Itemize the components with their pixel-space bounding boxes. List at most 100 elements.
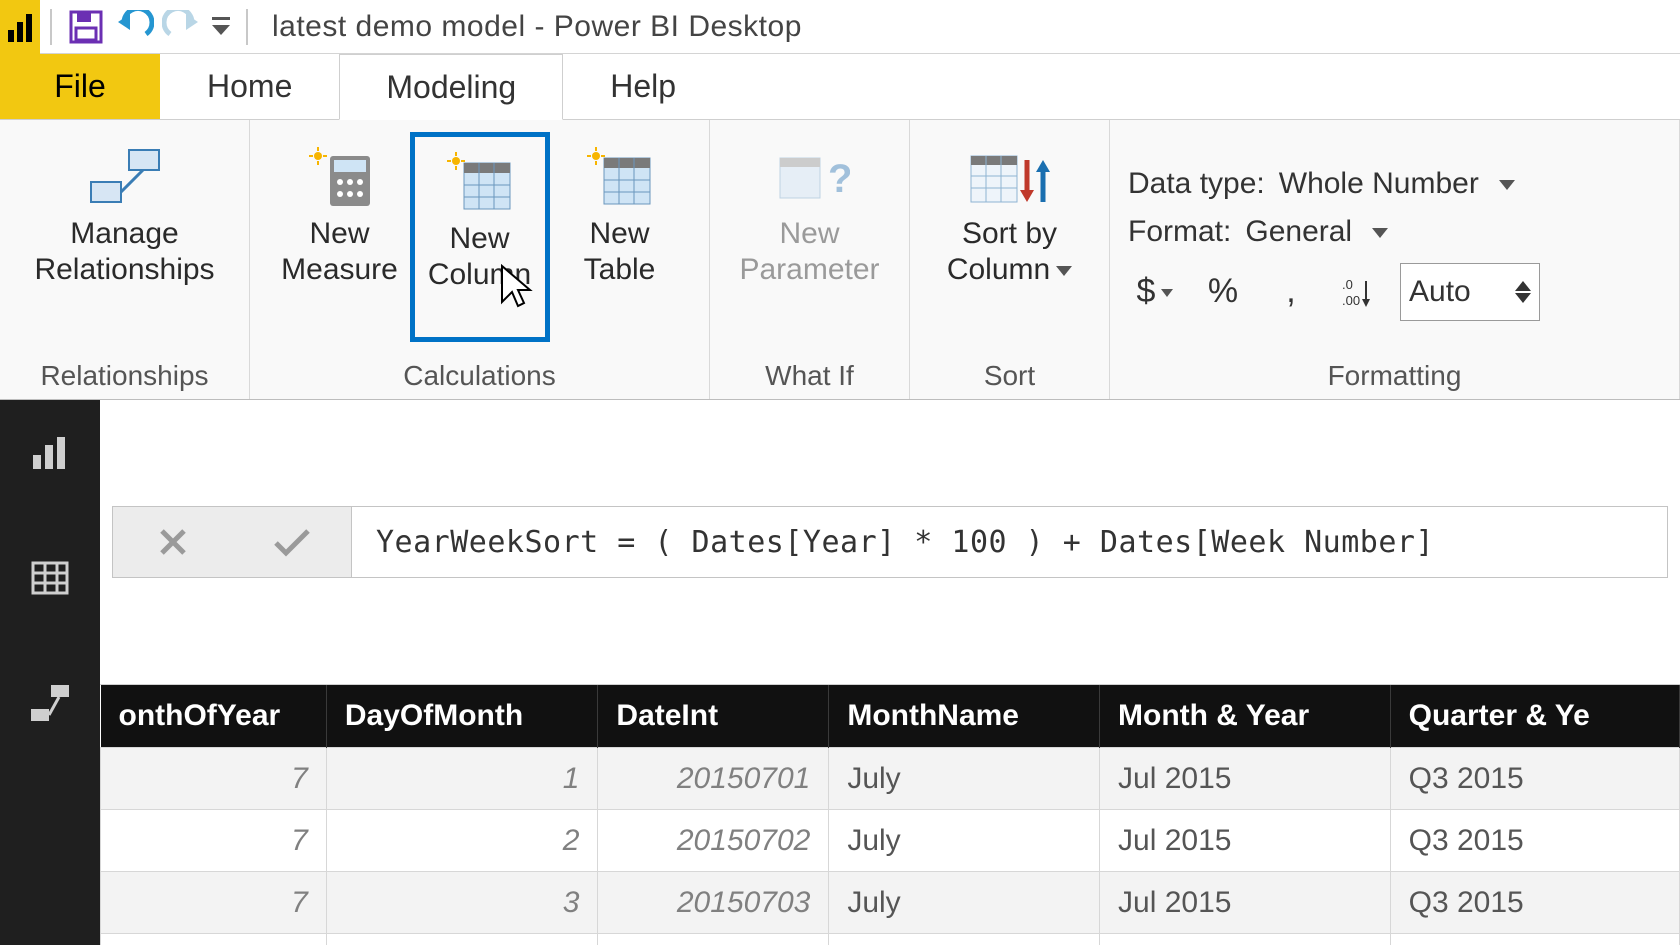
table-row[interactable]: 7120150701JulyJul 2015Q3 2015 [101, 748, 1680, 810]
cancel-formula-button[interactable] [141, 510, 205, 574]
cell[interactable]: 20150702 [598, 810, 829, 872]
cell[interactable]: Q3 2015 [1390, 872, 1679, 934]
column-header[interactable]: Quarter & Ye [1390, 685, 1679, 748]
calculator-icon [304, 146, 376, 210]
new-column-button[interactable]: New Column [410, 132, 550, 342]
cell[interactable]: Q3 2015 [1390, 810, 1679, 872]
new-parameter-label: New Parameter [739, 216, 879, 288]
tab-file[interactable]: File [0, 54, 160, 119]
svg-text:?: ? [828, 157, 850, 201]
cell[interactable]: 1 [326, 748, 598, 810]
chevron-down-icon [1372, 215, 1388, 249]
cell[interactable]: 7 [101, 748, 327, 810]
format-label: Format: [1128, 215, 1231, 249]
cell[interactable]: 3 [326, 872, 598, 934]
cell[interactable]: 20150701 [598, 748, 829, 810]
cell[interactable]: Q3 2015 [1390, 748, 1679, 810]
undo-button[interactable] [110, 3, 158, 51]
cell[interactable]: Jul 2015 [1100, 934, 1391, 945]
redo-button[interactable] [158, 3, 206, 51]
group-label-relationships: Relationships [0, 353, 249, 399]
data-grid[interactable]: onthOfYearDayOfMonthDateIntMonthNameMont… [100, 685, 1680, 945]
save-button[interactable] [62, 3, 110, 51]
tab-modeling[interactable]: Modeling [339, 54, 563, 120]
decimal-icon[interactable]: .0.00 [1332, 263, 1386, 321]
table-row[interactable]: 7320150703JulyJul 2015Q3 2015 [101, 872, 1680, 934]
window-title: latest demo model - Power BI Desktop [272, 10, 802, 44]
new-table-label: New Table [584, 216, 656, 288]
cell[interactable]: Q3 2015 [1390, 934, 1679, 945]
tab-help[interactable]: Help [563, 54, 723, 119]
format-dropdown[interactable]: Format: General [1128, 215, 1540, 249]
cell[interactable]: Jul 2015 [1100, 810, 1391, 872]
group-label-sort: Sort [910, 353, 1109, 399]
ribbon-tabs: File Home Modeling Help [0, 54, 1680, 120]
decimal-places-input[interactable]: Auto [1400, 263, 1540, 321]
svg-text:.0: .0 [1342, 277, 1353, 292]
new-parameter-button[interactable]: ? New Parameter [720, 132, 900, 342]
datatype-value: Whole Number [1279, 167, 1479, 201]
group-label-formatting: Formatting [1110, 353, 1679, 399]
chevron-down-icon [1499, 167, 1515, 201]
new-measure-label: New Measure [281, 216, 398, 288]
column-header[interactable]: DayOfMonth [326, 685, 598, 748]
column-header[interactable]: MonthName [829, 685, 1100, 748]
cell[interactable]: 7 [101, 810, 327, 872]
report-view-button[interactable] [22, 424, 78, 480]
group-formatting: Data type: Whole Number Format: General … [1110, 120, 1680, 399]
svg-text:.00: .00 [1342, 293, 1360, 308]
commit-formula-button[interactable] [260, 510, 324, 574]
column-header[interactable]: Month & Year [1100, 685, 1391, 748]
group-whatif: ? New Parameter What If [710, 120, 910, 399]
model-view-button[interactable] [22, 676, 78, 732]
manage-relationships-button[interactable]: Manage Relationships [10, 132, 240, 342]
new-table-icon [584, 146, 656, 210]
relationships-icon [85, 146, 165, 210]
currency-button[interactable]: $ [1128, 263, 1182, 321]
cell[interactable]: 20150703 [598, 872, 829, 934]
sort-by-column-button[interactable]: Sort by Column [920, 132, 1100, 342]
group-sort: Sort by Column Sort [910, 120, 1110, 399]
column-header[interactable]: DateInt [598, 685, 829, 748]
thousands-button[interactable]: , [1264, 263, 1318, 321]
cell[interactable]: July [829, 872, 1100, 934]
sort-by-column-label: Sort by Column [947, 216, 1072, 288]
cell[interactable]: Jul 2015 [1100, 872, 1391, 934]
new-column-label: New Column [428, 221, 531, 293]
data-view-button[interactable] [22, 550, 78, 606]
datatype-label: Data type: [1128, 167, 1265, 201]
title-bar: latest demo model - Power BI Desktop [0, 0, 1680, 54]
cell[interactable]: Jul 2015 [1100, 748, 1391, 810]
formula-controls [112, 506, 352, 578]
sort-icon [965, 146, 1055, 210]
tab-home[interactable]: Home [160, 54, 339, 119]
cell[interactable]: 7 [101, 934, 327, 945]
app-logo-icon [0, 0, 40, 54]
cell[interactable]: 20150704 [598, 934, 829, 945]
group-label-calculations: Calculations [250, 353, 709, 399]
spinner-icon[interactable] [1515, 281, 1531, 303]
cell[interactable]: July [829, 748, 1100, 810]
decimal-places-value: Auto [1409, 275, 1471, 309]
percent-button[interactable]: % [1196, 263, 1250, 321]
cell[interactable]: July [829, 934, 1100, 945]
cell[interactable]: 4 [326, 934, 598, 945]
separator [246, 9, 248, 45]
table-row[interactable]: 7220150702JulyJul 2015Q3 2015 [101, 810, 1680, 872]
cell[interactable]: 7 [101, 872, 327, 934]
table-row[interactable]: 7420150704JulyJul 2015Q3 2015 [101, 934, 1680, 945]
parameter-icon: ? [770, 146, 850, 210]
new-column-icon [444, 151, 516, 215]
qat-customize-icon[interactable] [206, 3, 236, 51]
group-calculations: New Measure New Column [250, 120, 710, 399]
cell[interactable]: 2 [326, 810, 598, 872]
new-table-button[interactable]: New Table [550, 132, 690, 342]
group-relationships: Manage Relationships Relationships [0, 120, 250, 399]
format-value: General [1245, 215, 1352, 249]
new-measure-button[interactable]: New Measure [270, 132, 410, 342]
cell[interactable]: July [829, 810, 1100, 872]
datatype-dropdown[interactable]: Data type: Whole Number [1128, 167, 1540, 201]
formula-input[interactable]: YearWeekSort = ( Dates[Year] * 100 ) + D… [352, 506, 1668, 578]
column-header[interactable]: onthOfYear [101, 685, 327, 748]
group-label-whatif: What If [710, 353, 909, 399]
